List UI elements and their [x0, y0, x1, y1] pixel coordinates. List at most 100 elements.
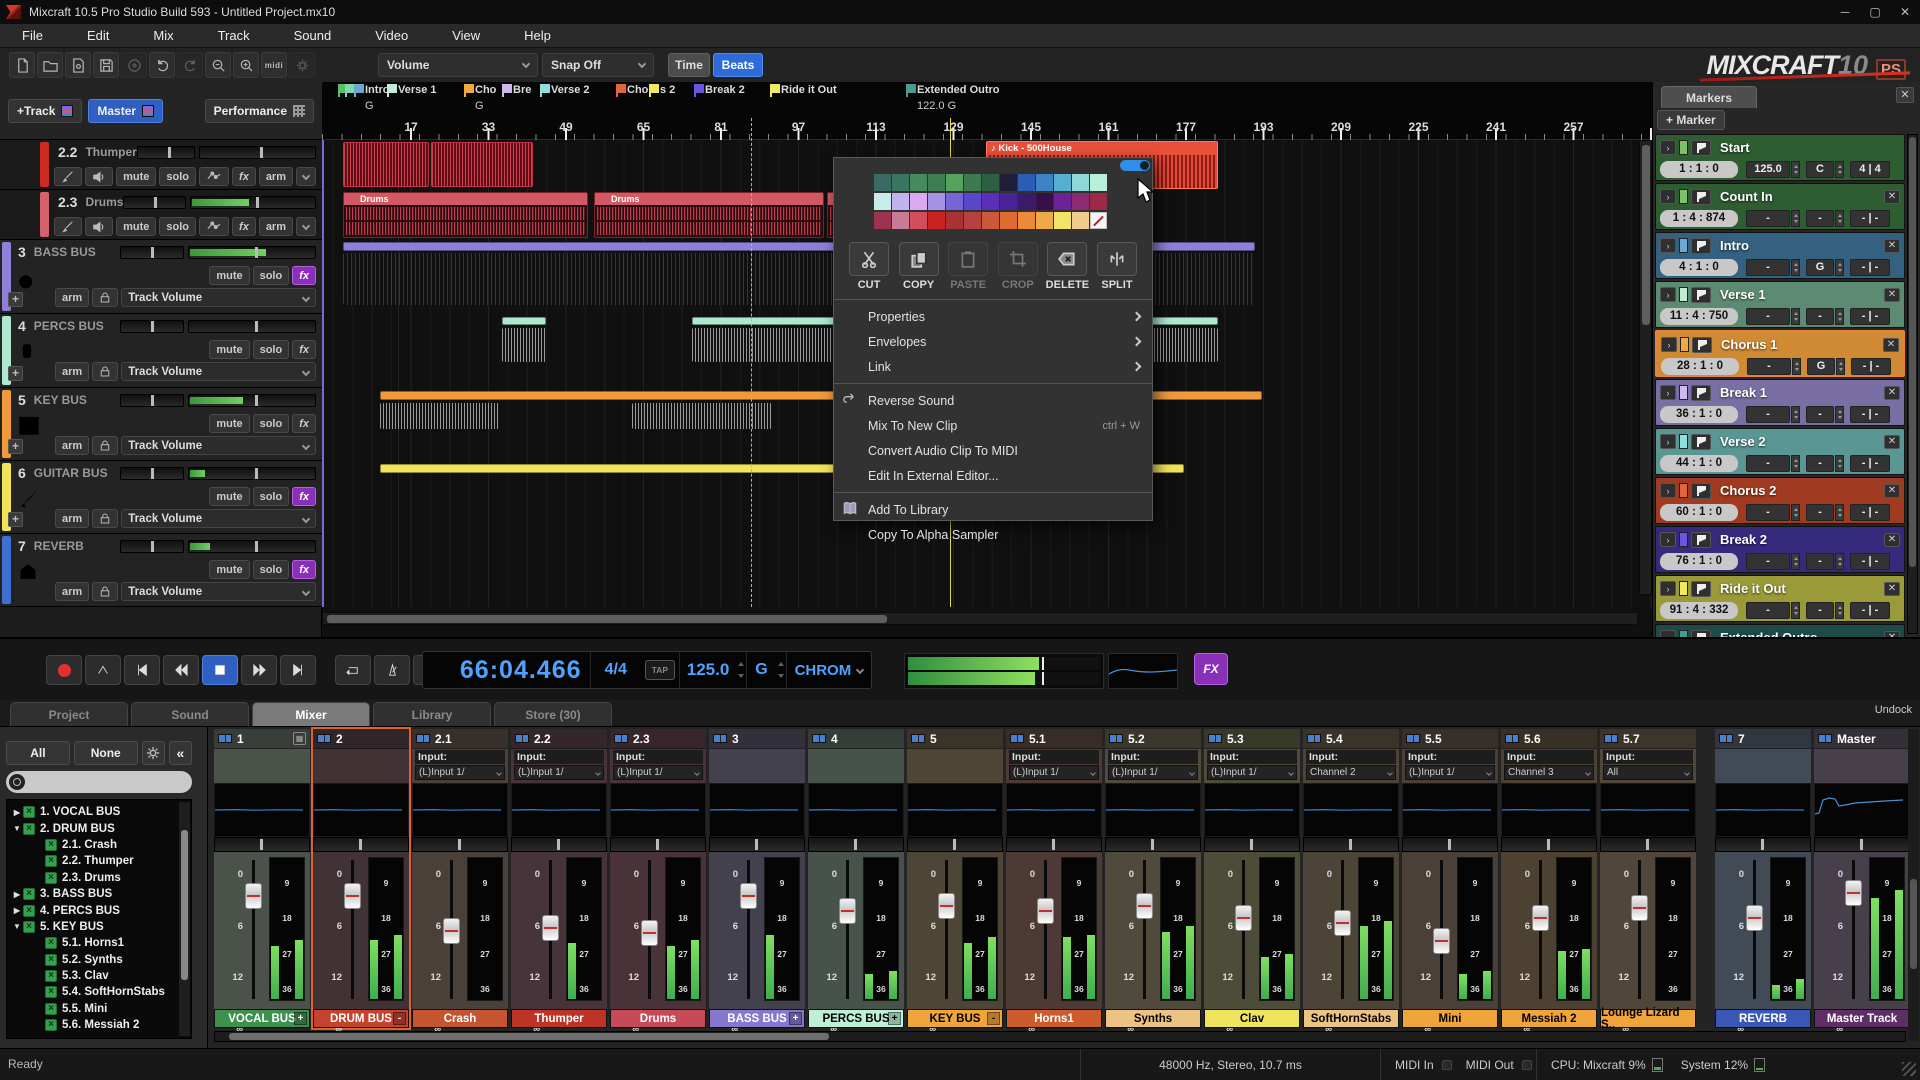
- cut-button[interactable]: CUT: [846, 242, 892, 291]
- menu-item-add-to-library[interactable]: Add To Library: [834, 497, 1152, 522]
- mixer-channel-4[interactable]: 40612∞9182736PERCS BUS+: [808, 729, 904, 1028]
- marker-color-chip[interactable]: [1679, 287, 1688, 302]
- marker-color-chip[interactable]: [1679, 189, 1688, 204]
- input-dropdown[interactable]: (L)Input 1/: [1405, 765, 1495, 780]
- marker-time-field[interactable]: 11 : 4 : 750: [1660, 308, 1738, 325]
- marker-tempo-field[interactable]: -: [1746, 602, 1790, 619]
- marker-color-chip[interactable]: [1679, 630, 1688, 637]
- pan-slider[interactable]: [120, 394, 184, 407]
- timeline-ruler[interactable]: IntroGVerse 1ChoGBreVerse 2Chos 2Break 2…: [322, 82, 1652, 140]
- input-dropdown[interactable]: (L)Input 1/: [415, 765, 505, 780]
- key-spinner[interactable]: [1835, 504, 1844, 521]
- track-header-key-bus[interactable]: 5KEY BUSmutesolofxarmTrack Volume+: [0, 388, 322, 461]
- marker-card-chorus-1[interactable]: ›Chorus 1✕28 : 1 : 0-G- | -: [1655, 330, 1905, 377]
- color-swatch[interactable]: [1054, 193, 1071, 210]
- marker-timesig-field[interactable]: - | -: [1850, 455, 1890, 472]
- undock-button[interactable]: Undock: [1875, 704, 1912, 716]
- color-swatch[interactable]: [874, 174, 891, 191]
- tree-item[interactable]: ×5.4. SoftHornStabs: [7, 984, 191, 1000]
- marker-time-field[interactable]: 1 : 1 : 0: [1660, 161, 1738, 178]
- solo-button[interactable]: solo: [159, 167, 196, 186]
- marker-color-chip[interactable]: [1679, 434, 1688, 449]
- pan-slider[interactable]: [1204, 837, 1300, 852]
- color-swatch[interactable]: [892, 193, 909, 210]
- track-volume-dropdown[interactable]: Track Volume: [121, 509, 316, 528]
- channel-name-label[interactable]: Lounge Lizard S..: [1600, 1009, 1696, 1028]
- marker-color-chip[interactable]: [1679, 581, 1688, 596]
- color-swatch[interactable]: [1072, 174, 1089, 191]
- color-swatch[interactable]: [982, 174, 999, 191]
- marker-key-field[interactable]: -: [1806, 210, 1834, 227]
- checkbox-icon[interactable]: ×: [45, 970, 57, 982]
- pan-slider[interactable]: [120, 320, 184, 333]
- timeline-marker-flag[interactable]: [338, 84, 340, 97]
- checkbox-icon[interactable]: ×: [23, 905, 35, 917]
- beats-mode-button[interactable]: Beats: [713, 53, 763, 77]
- color-swatch[interactable]: [928, 212, 945, 229]
- tree-item[interactable]: ×5.5. Mini: [7, 1001, 191, 1017]
- mixer-channel-5.6[interactable]: 5.6Input:Channel 30612∞9182736Messiah 2: [1501, 729, 1597, 1028]
- arm-button[interactable]: arm: [55, 582, 89, 601]
- channel-name-label[interactable]: Messiah 2: [1501, 1009, 1597, 1028]
- pan-slider[interactable]: [120, 246, 184, 259]
- select-none-button[interactable]: None: [74, 741, 138, 765]
- fader-handle[interactable]: [542, 915, 559, 941]
- solo-button[interactable]: solo: [253, 266, 290, 285]
- marker-color-chip[interactable]: [1679, 238, 1688, 253]
- undo-icon[interactable]: [149, 52, 175, 78]
- marker-card-ride-it-out[interactable]: ›Ride it Out✕91 : 4 : 332--- | -: [1655, 575, 1905, 622]
- marker-color-chip[interactable]: [1679, 532, 1688, 547]
- fader-handle[interactable]: [344, 883, 361, 909]
- monitor-speaker-button[interactable]: [85, 167, 113, 186]
- marker-key-field[interactable]: G: [1807, 358, 1835, 375]
- key-spinner[interactable]: [1835, 553, 1844, 570]
- no-color-swatch[interactable]: [1090, 212, 1107, 229]
- tab-store-30-[interactable]: Store (30): [494, 702, 612, 726]
- mixer-vertical-scrollbar[interactable]: [1908, 729, 1919, 1041]
- fader-handle[interactable]: [1136, 893, 1153, 919]
- tree-expand-icon[interactable]: ▶: [11, 906, 23, 915]
- menu-item-mix-to-new-clip[interactable]: Mix To New Clipctrl + W: [834, 413, 1152, 438]
- fx-button[interactable]: fx: [292, 487, 316, 506]
- open-project-icon[interactable]: [37, 52, 63, 78]
- timeline-marker-flag[interactable]: [649, 84, 651, 97]
- marker-key-field[interactable]: -: [1806, 308, 1834, 325]
- marker-timesig-field[interactable]: 4 | 4: [1850, 161, 1890, 178]
- mixer-channel-7[interactable]: 70612∞9182736REVERB: [1715, 729, 1811, 1028]
- color-swatch[interactable]: [910, 174, 927, 191]
- time-display[interactable]: 66:04.466: [423, 652, 590, 688]
- color-swatch[interactable]: [946, 193, 963, 210]
- select-all-button[interactable]: All: [6, 741, 70, 765]
- add-subtrack-button[interactable]: +: [8, 512, 23, 527]
- arrange-vertical-scrollbar[interactable]: [1639, 140, 1652, 595]
- solo-button[interactable]: solo: [253, 414, 290, 433]
- tab-mixer[interactable]: Mixer: [252, 702, 370, 726]
- mute-button[interactable]: mute: [209, 340, 249, 359]
- marker-timesig-field[interactable]: - | -: [1850, 259, 1890, 276]
- tree-item[interactable]: ▶×3. BASS BUS: [7, 886, 191, 902]
- expand-marker-icon[interactable]: ›: [1660, 287, 1676, 302]
- mixer-channel-5[interactable]: 50612∞9182736KEY BUS-: [907, 729, 1003, 1028]
- pan-slider[interactable]: [1303, 837, 1399, 852]
- track-header-reverb[interactable]: 7REVERBmutesolofxarmTrack Volume: [0, 534, 322, 607]
- collapse-bus-button[interactable]: +: [789, 1012, 802, 1025]
- tap-tempo-button[interactable]: TAP: [645, 660, 675, 680]
- track-options-chevron[interactable]: [296, 217, 316, 236]
- track-header-guitar-bus[interactable]: 6GUITAR BUSmutesolofxarmTrack Volume+: [0, 461, 322, 534]
- color-swatch[interactable]: [964, 212, 981, 229]
- flag-icon[interactable]: [1691, 140, 1711, 156]
- collapse-panel-icon[interactable]: «: [169, 741, 192, 765]
- fx-button[interactable]: fx: [232, 217, 256, 236]
- delete-button[interactable]: DELETE: [1044, 242, 1090, 291]
- close-icon[interactable]: ✕: [1884, 386, 1900, 400]
- timeline-marker-flag[interactable]: [906, 84, 908, 97]
- search-input[interactable]: [6, 771, 192, 793]
- tree-expand-icon[interactable]: ▶: [11, 890, 23, 899]
- channel-name-label[interactable]: DRUM BUS-: [313, 1009, 409, 1028]
- tree-item[interactable]: ×2.1. Crash: [7, 837, 191, 853]
- channel-name-label[interactable]: BASS BUS+: [709, 1009, 805, 1028]
- marker-timesig-field[interactable]: - | -: [1850, 553, 1890, 570]
- monitor-speaker-button[interactable]: [85, 217, 113, 236]
- mute-button[interactable]: mute: [209, 414, 249, 433]
- flag-icon[interactable]: [1691, 385, 1711, 401]
